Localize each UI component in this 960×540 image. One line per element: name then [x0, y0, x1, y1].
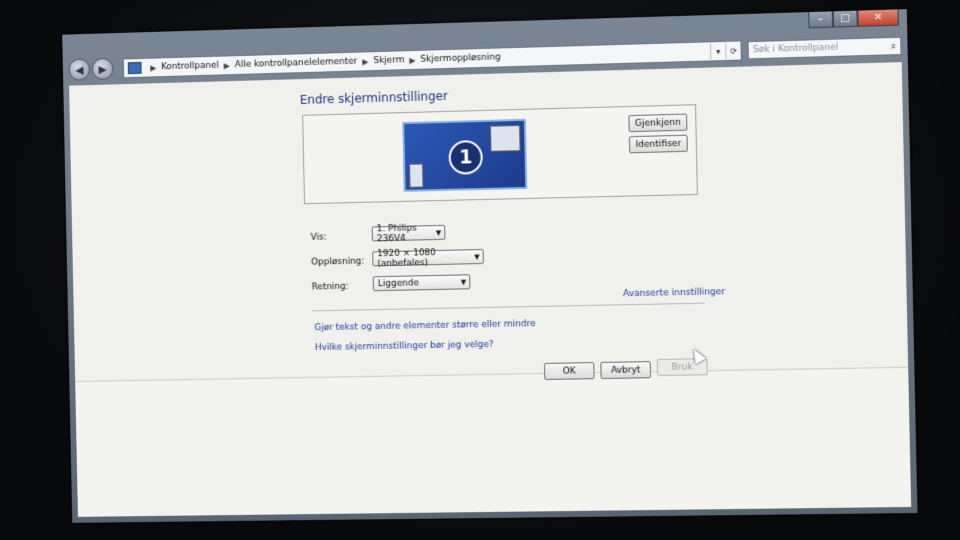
advanced-settings-link[interactable]: Avanserte innstillinger [623, 287, 725, 299]
back-arrow-icon[interactable]: ◀ [68, 58, 91, 81]
chevron-right-icon: ▶ [223, 60, 230, 70]
which-settings-link[interactable]: Hvilke skjerminnstillinger bør jeg velge… [315, 340, 494, 353]
display-value: 1. Philips 236V4 [376, 222, 417, 244]
window-glyph-icon [489, 124, 521, 152]
breadcrumb-item[interactable]: Alle kontrollpanelelementer [235, 57, 358, 70]
chevron-down-icon: ▼ [474, 252, 480, 261]
resolution-label: Oppløsning: [311, 256, 365, 268]
content-area: Endre skjerminnstillinger 1 Gjenkjenn Id… [69, 62, 912, 517]
display-select[interactable]: 1. Philips 236V4 ▼ [371, 222, 446, 244]
minimize-icon[interactable]: – [808, 11, 834, 29]
chevron-down-icon: ▼ [460, 277, 467, 286]
divider [312, 302, 705, 312]
detect-button[interactable]: Gjenkjenn [628, 113, 688, 133]
close-icon[interactable]: ✕ [857, 9, 899, 27]
chevron-down-icon: ▼ [435, 228, 442, 237]
lower-panel [75, 366, 912, 517]
monitor-number: 1 [448, 139, 483, 175]
resolution-select[interactable]: 1920 × 1080 (anbefales) ▼ [372, 247, 484, 269]
dropdown-icon[interactable]: ▾ [709, 42, 726, 60]
window-glyph-icon [409, 163, 424, 188]
display-preview: 1 Gjenkjenn Identifiser [302, 104, 698, 205]
orientation-value: Liggende [377, 277, 420, 289]
maximize-icon[interactable]: □ [832, 10, 858, 28]
search-input[interactable]: Søk i Kontrollpanel ⌕ [747, 36, 902, 60]
control-panel-window: – □ ✕ ◀ ▶ ▶ Kontrollpanel ▶ Alle kontrol… [62, 9, 918, 523]
chevron-right-icon: ▶ [409, 55, 416, 65]
chevron-right-icon: ▶ [362, 56, 369, 66]
search-icon[interactable]: ⌕ [890, 40, 896, 51]
breadcrumb-item[interactable]: Skjerm [373, 55, 404, 66]
search-placeholder: Søk i Kontrollpanel [752, 42, 839, 56]
page-title: Endre skjerminnstillinger [299, 88, 448, 107]
refresh-icon[interactable]: ⟳ [725, 42, 741, 60]
orientation-label: Retning: [311, 281, 349, 293]
ok-button[interactable]: OK [544, 362, 595, 380]
identify-button[interactable]: Identifiser [628, 134, 688, 154]
chevron-right-icon: ▶ [150, 62, 157, 73]
breadcrumb-item[interactable]: Kontrollpanel [161, 61, 219, 73]
caption-buttons: – □ ✕ [808, 9, 899, 29]
text-size-link[interactable]: Gjør tekst og andre elementer større ell… [314, 319, 535, 333]
control-panel-icon [127, 61, 142, 75]
resolution-value: 1920 × 1080 (anbefales) [377, 247, 436, 269]
monitor-thumbnail[interactable]: 1 [402, 118, 528, 192]
breadcrumb-item[interactable]: Skjermoppløsning [420, 52, 500, 64]
orientation-select[interactable]: Liggende ▼ [372, 274, 471, 292]
forward-arrow-icon[interactable]: ▶ [91, 57, 114, 81]
screen: – □ ✕ ◀ ▶ ▶ Kontrollpanel ▶ Alle kontrol… [62, 9, 918, 523]
cancel-button[interactable]: Avbryt [600, 361, 652, 380]
display-label: Vis: [310, 232, 327, 243]
